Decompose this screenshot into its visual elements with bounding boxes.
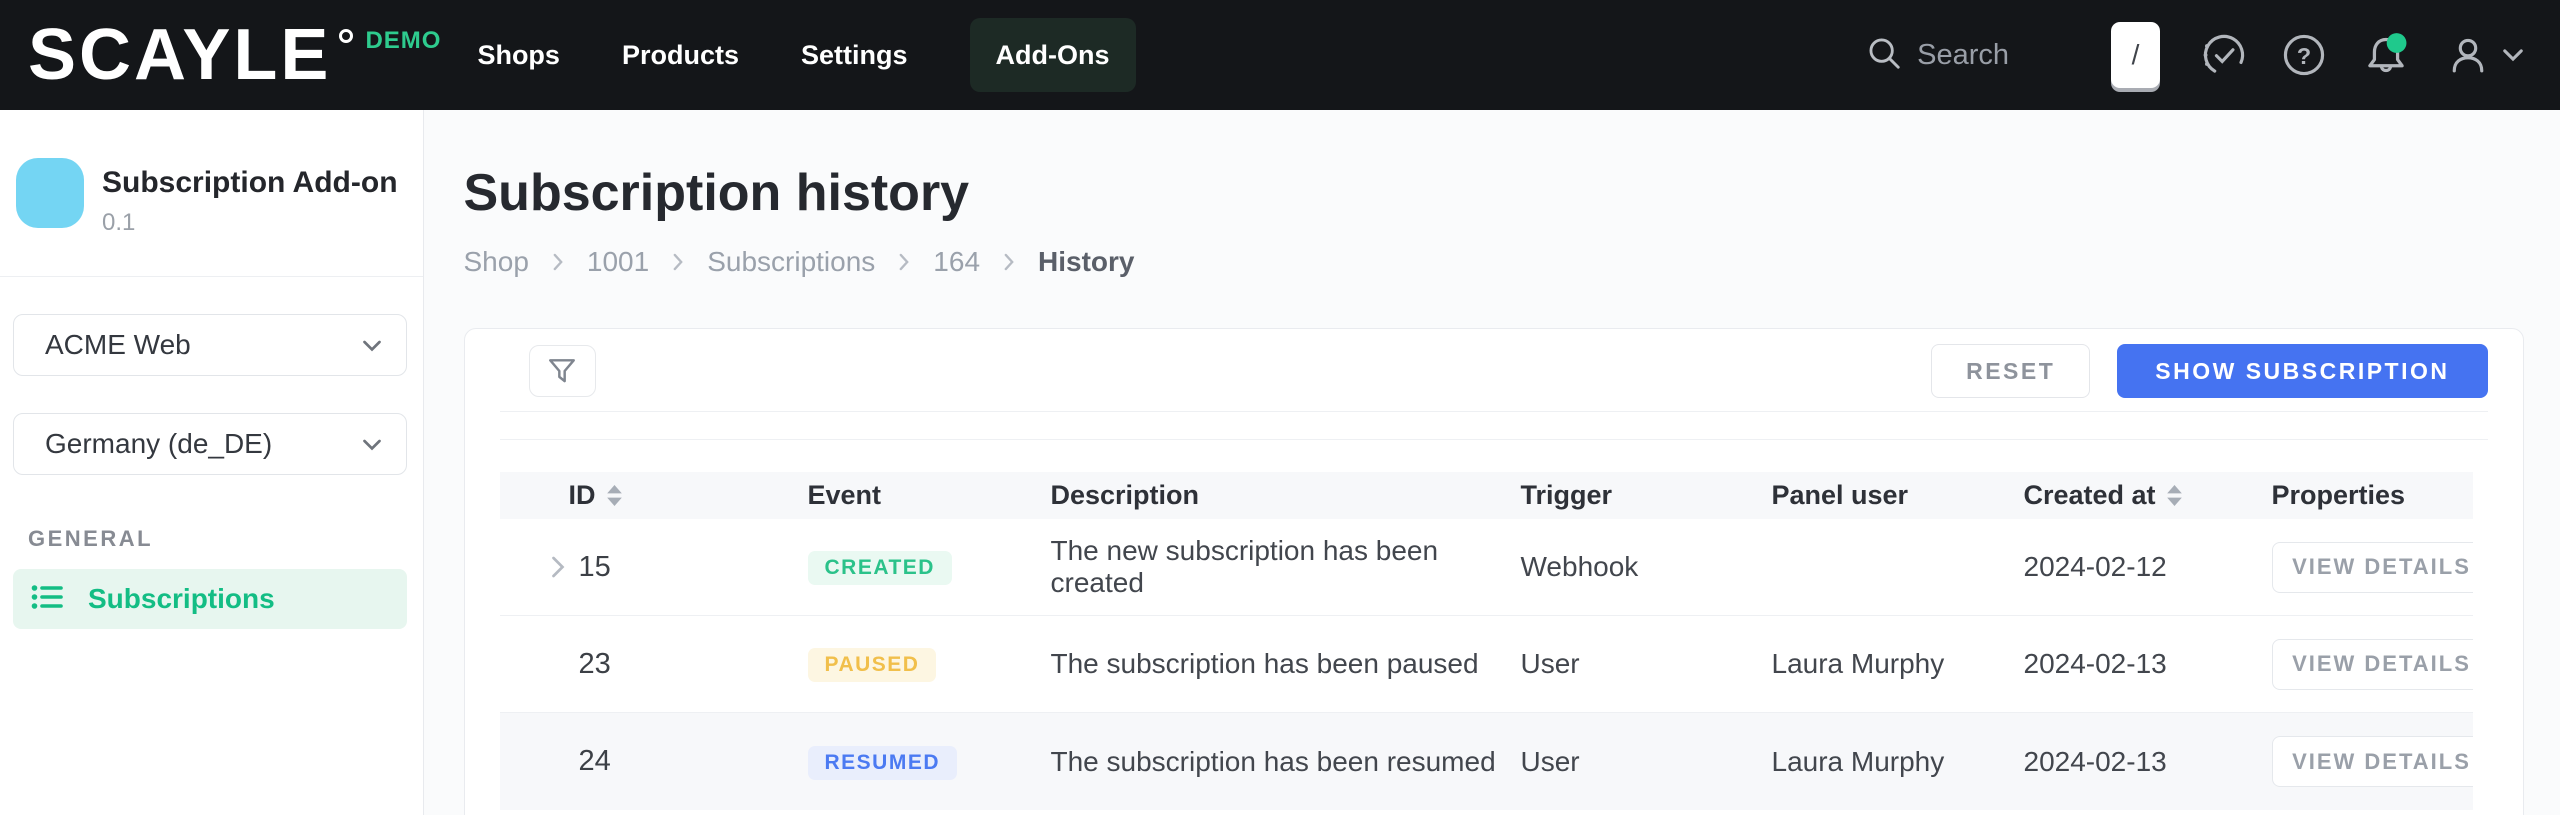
column-header-description: Description [1051,480,1521,511]
addon-name: Subscription Add-on [102,166,398,200]
column-header-created-at[interactable]: Created at [2024,480,2272,511]
demo-badge: DEMO [365,27,441,55]
user-icon [2446,33,2490,77]
chevron-right-icon [897,253,911,271]
chevron-right-icon [551,253,565,271]
topbar-actions: Search / ? [1865,22,2524,88]
chevron-right-icon [1002,253,1016,271]
row-id: 24 [579,745,611,778]
toolbar-divider [500,411,2488,412]
breadcrumb-shop[interactable]: Shop [464,246,529,278]
breadcrumb-history: History [1038,246,1134,278]
addon-version: 0.1 [102,209,398,237]
column-header-panel-user: Panel user [1772,480,2024,511]
table-row: 15 CREATED The new subscription has been… [500,519,2473,616]
show-subscription-button[interactable]: SHOW SUBSCRIPTION [2117,344,2487,398]
funnel-icon [546,355,578,387]
svg-text:?: ? [2297,43,2311,69]
addon-avatar [16,158,84,228]
scayle-logo[interactable]: SCAYLE DEMO [28,7,441,103]
sidebar-item-label: Subscriptions [88,583,275,615]
row-created-at: 2024-02-12 [2024,551,2272,583]
row-expander-icon[interactable] [549,555,570,579]
chevron-down-icon [360,333,384,357]
top-navigation-bar: SCAYLE DEMO Shops Products Settings Add-… [0,0,2560,110]
view-details-button[interactable]: VIEW DETAILS [2272,639,2473,690]
breadcrumb: Shop 1001 Subscriptions 164 History [464,246,2560,278]
locale-select[interactable]: Germany (de_DE) [13,413,407,475]
nav-item-products[interactable]: Products [622,40,739,71]
event-badge: RESUMED [808,746,958,780]
notification-dot [2387,33,2407,53]
chevron-down-icon [360,432,384,456]
global-search[interactable]: Search [1865,34,2009,77]
nav-item-shops[interactable]: Shops [477,40,560,71]
slash-shortcut-keycap: / [2111,22,2160,88]
view-details-button[interactable]: VIEW DETAILS [2272,542,2473,593]
addon-sidebar: Subscription Add-on 0.1 ACME Web Germany… [0,110,424,815]
row-created-at: 2024-02-13 [2024,746,2272,778]
notifications-button[interactable] [2362,31,2410,79]
table-toolbar: RESET SHOW SUBSCRIPTION [500,344,2488,398]
column-header-event: Event [808,480,1051,511]
help-button[interactable]: ? [2282,33,2326,77]
sidebar-item-subscriptions[interactable]: Subscriptions [13,569,407,629]
event-badge: CREATED [808,551,952,585]
question-circle-icon: ? [2282,33,2326,77]
chevron-down-icon [2502,44,2524,66]
sidebar-divider [0,276,423,277]
row-created-at: 2024-02-13 [2024,648,2272,680]
main-nav: Shops Products Settings Add-Ons [477,18,1135,92]
account-menu[interactable] [2446,33,2524,77]
reset-button[interactable]: RESET [1931,344,2090,398]
row-description: The new subscription has been created [1051,535,1521,599]
row-panel-user: Laura Murphy [1772,746,2024,778]
column-header-properties: Properties [2272,480,2473,511]
row-trigger: User [1521,746,1772,778]
sidebar-section-label: GENERAL [28,526,423,552]
event-badge: PAUSED [808,648,937,682]
breadcrumb-shop-id[interactable]: 1001 [587,246,649,278]
table-top-divider [500,439,2488,440]
locale-select-value: Germany (de_DE) [45,428,272,460]
logo-text: SCAYLE [28,7,331,103]
search-icon [1865,34,1903,77]
view-details-button[interactable]: VIEW DETAILS [2272,736,2473,787]
breadcrumb-subscription-id[interactable]: 164 [933,246,980,278]
sort-icon [2166,484,2183,507]
list-icon [30,580,64,619]
row-description: The subscription has been resumed [1051,746,1521,778]
history-table: ID Event Description Trigger Panel user … [500,472,2473,810]
nav-item-settings[interactable]: Settings [801,40,908,71]
clock-check-icon [2202,33,2246,77]
column-header-trigger: Trigger [1521,480,1772,511]
addon-header: Subscription Add-on 0.1 [0,110,423,237]
chevron-right-icon [671,253,685,271]
page-header: Subscription history Shop 1001 Subscript… [426,110,2560,278]
bell-icon [2362,31,2410,79]
table-header-row: ID Event Description Trigger Panel user … [500,472,2473,519]
breadcrumb-subscriptions[interactable]: Subscriptions [707,246,875,278]
sort-icon [606,484,623,507]
table-row: 23 PAUSED The subscription has been paus… [500,616,2473,713]
filter-button[interactable] [529,345,596,397]
page-title: Subscription history [464,162,2560,224]
tasks-status-button[interactable] [2202,33,2246,77]
history-card: RESET SHOW SUBSCRIPTION ID Event Descrip… [464,328,2524,815]
shop-select[interactable]: ACME Web [13,314,407,376]
row-description: The subscription has been paused [1051,648,1521,680]
column-header-id[interactable]: ID [500,480,808,511]
logo-ring-icon [339,29,353,43]
row-trigger: User [1521,648,1772,680]
row-id: 23 [579,648,611,681]
nav-item-addons-active[interactable]: Add-Ons [970,18,1136,92]
search-placeholder: Search [1917,39,2009,72]
row-trigger: Webhook [1521,551,1772,583]
table-row: 24 RESUMED The subscription has been res… [500,713,2473,810]
row-id: 15 [579,551,611,584]
shop-select-value: ACME Web [45,329,191,361]
row-panel-user: Laura Murphy [1772,648,2024,680]
main-content: Subscription history Shop 1001 Subscript… [426,110,2560,815]
